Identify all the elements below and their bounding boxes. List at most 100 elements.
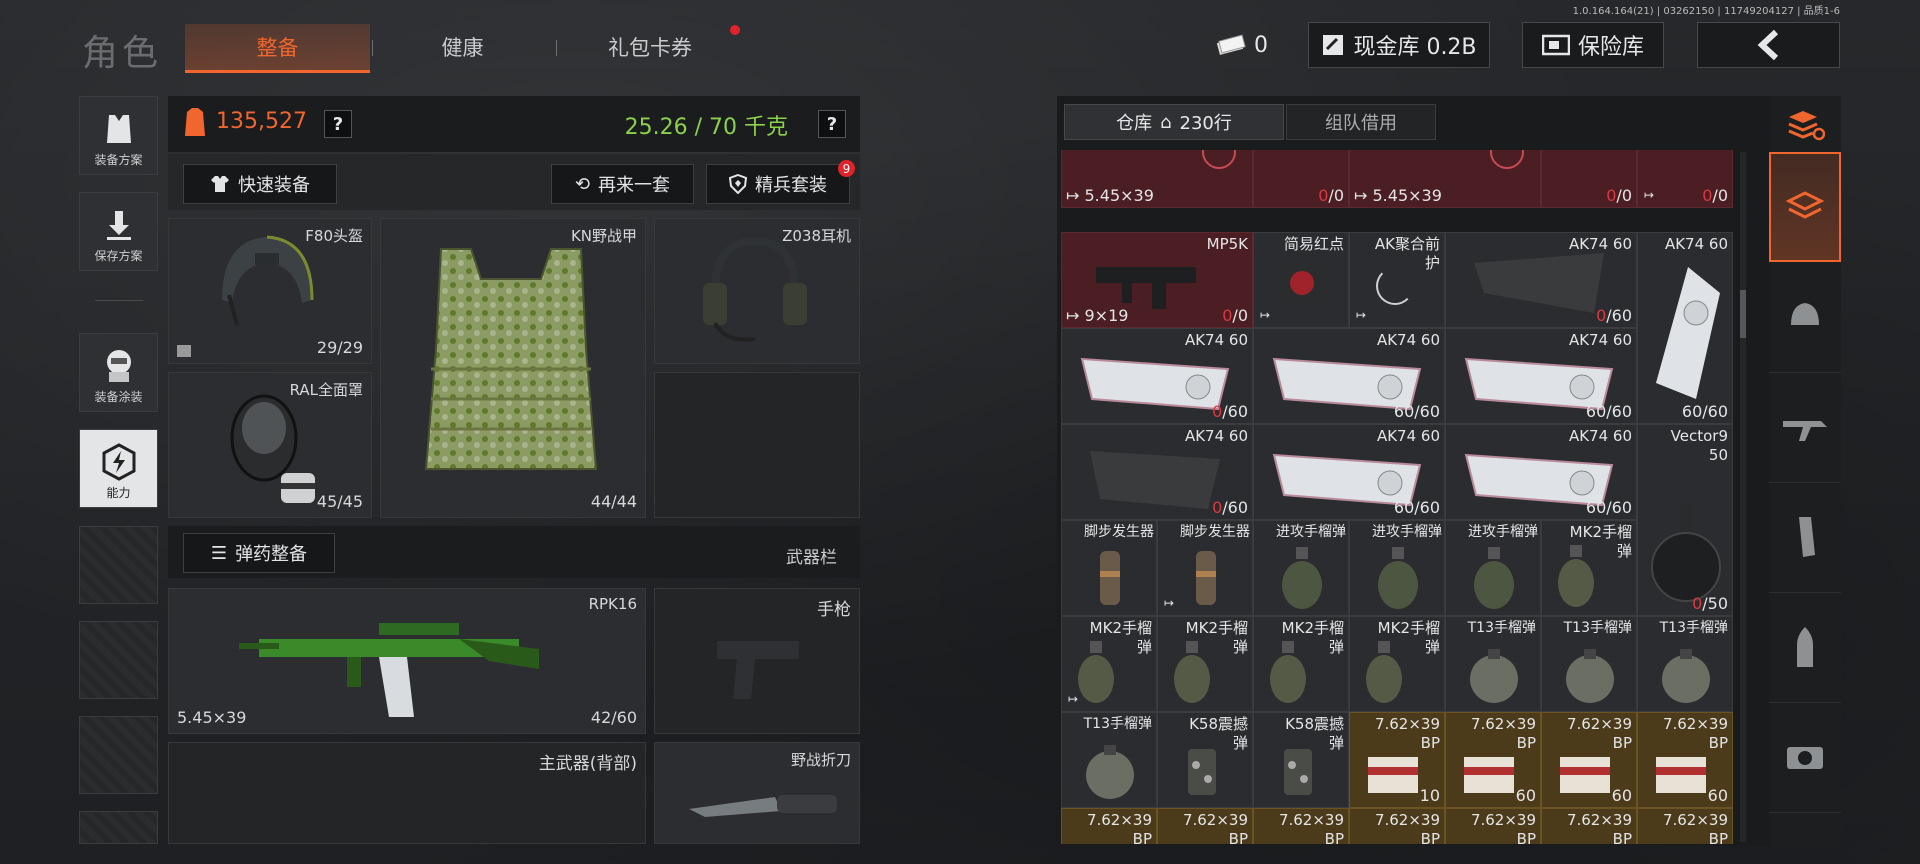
warehouse-item[interactable]: 脚步发生器 ↦ (1157, 520, 1253, 616)
warehouse-item[interactable]: T13手榴弹 (1061, 712, 1157, 808)
warehouse-item[interactable]: 简易红点 ↦ (1253, 232, 1349, 328)
warehouse-item[interactable]: RPK16 ↦ 5.45×39 (1349, 150, 1541, 208)
warehouse-item[interactable]: 脚步发生器 (1061, 520, 1157, 616)
elite-set-button[interactable]: 精兵套装 (706, 164, 850, 204)
transfer-arrow-icon: ↦ (1356, 308, 1367, 322)
category-magazines[interactable] (1769, 482, 1841, 593)
warehouse-item[interactable]: AK74 60 60/60 (1253, 424, 1445, 520)
equipment-paint-button[interactable]: 装备涂装 (79, 333, 158, 412)
lightning-hexagon-icon (102, 443, 135, 481)
warehouse-item[interactable]: AK聚合前护 ↦ (1349, 232, 1445, 328)
value-help-button[interactable]: ? (324, 110, 352, 138)
mask-slot[interactable]: RAL全面罩 45/45 (168, 372, 372, 518)
ammo-prep-button[interactable]: ☰ 弹药整备 (183, 533, 335, 573)
warehouse-item[interactable]: 7.62×39 BP (1541, 808, 1637, 844)
item-count: 0/0 (1702, 186, 1728, 205)
warehouse-item[interactable]: 7.62×39 BP (1061, 808, 1157, 844)
item-count: 60/60 (1393, 498, 1440, 517)
primary-weapon-slot[interactable]: RPK16 5.45×39 42/60 (168, 588, 646, 734)
tab-gift-coupons[interactable]: 礼包卡券 (560, 24, 740, 70)
category-all[interactable] (1769, 152, 1841, 262)
equip-again-button[interactable]: ⟲ 再来一套 (551, 164, 694, 204)
warehouse-item[interactable]: ↦ 0/0 (1637, 150, 1733, 208)
warehouse-item[interactable]: 进攻手榴弹 (1253, 520, 1349, 616)
weight-help-button[interactable]: ? (818, 110, 846, 138)
item-name: 7.62×39 BP (1278, 811, 1344, 844)
warehouse-item[interactable]: 7.62×39 BP (1349, 808, 1445, 844)
sort-button[interactable] (1769, 96, 1841, 152)
warehouse-item[interactable]: 7.62×39 BP 60 (1637, 712, 1733, 808)
ability-label: 能力 (106, 486, 131, 500)
warehouse-item[interactable]: MK2手榴弹 (1349, 616, 1445, 712)
warehouse-item[interactable]: AK74 60 0/60 (1061, 328, 1253, 424)
category-weapons[interactable] (1769, 372, 1841, 483)
warehouse-item[interactable]: AK74 60 60/60 (1253, 328, 1445, 424)
knife-label: 野战折刀 (790, 751, 851, 769)
warehouse-item[interactable]: 7.62×39 BP (1445, 808, 1541, 844)
warehouse-item[interactable]: AK74 60 60/60 (1637, 232, 1733, 424)
empty-equipment-slot[interactable] (654, 372, 860, 518)
category-helmets[interactable] (1769, 262, 1841, 373)
warehouse-item[interactable]: AK74 60 60/60 (1445, 328, 1637, 424)
category-ammo[interactable] (1769, 592, 1841, 703)
warehouse-item[interactable]: MK2手榴弹 ↦ (1061, 616, 1157, 712)
tab-team-borrow[interactable]: 组队借用 (1286, 104, 1436, 140)
tab-warehouse[interactable]: 仓库 ⌂ 230行 (1064, 104, 1284, 140)
secondary-weapon-slot[interactable]: 主武器(背部) (168, 742, 646, 844)
headset-slot[interactable]: Z038耳机 (654, 218, 860, 364)
grenade-icon (1474, 547, 1514, 609)
warehouse-item[interactable]: T13手榴弹 (1637, 616, 1733, 712)
warehouse-item[interactable]: K58震撼弹 (1253, 712, 1349, 808)
warehouse-item[interactable]: 7.62×39 BP 60 (1541, 712, 1637, 808)
helmet-slot[interactable]: F80头盔 29/29 (168, 218, 372, 364)
item-name: 脚步发生器 (1084, 524, 1154, 540)
tab-divider (372, 40, 373, 56)
save-plan-label: 保存方案 (94, 249, 143, 263)
warehouse-item[interactable]: 7.62×39 BP 10 (1349, 712, 1445, 808)
warehouse-item[interactable]: MP5K ↦ 9×19 0/0 (1061, 232, 1253, 328)
tab-prep[interactable]: 整备 (185, 24, 370, 73)
item-count: 60/60 (1585, 498, 1632, 517)
tab-health[interactable]: 健康 (400, 24, 525, 70)
warehouse-item[interactable]: 7.62×39 BP 60 (1445, 712, 1541, 808)
loadout-plan-button[interactable]: 装备方案 (79, 96, 158, 175)
warehouse-item[interactable]: MK2手榴弹 (1157, 616, 1253, 712)
pistol-slot[interactable]: 手枪 (654, 588, 860, 734)
currency-display[interactable]: 0 (1206, 22, 1278, 68)
warehouse-scrollbar[interactable] (1740, 152, 1746, 842)
folding-knife-icon (689, 795, 837, 817)
warehouse-item[interactable]: AK74 60 60/60 (1445, 424, 1637, 520)
ability-button[interactable]: 能力 (79, 429, 158, 508)
warehouse-item[interactable]: 0/0 (1253, 150, 1349, 208)
warehouse-item[interactable]: 7.62×39 BP (1637, 808, 1733, 844)
warehouse-item[interactable]: AK74 60 0/60 (1061, 424, 1253, 520)
back-button[interactable] (1697, 22, 1840, 68)
warehouse-scrollbar-thumb[interactable] (1740, 290, 1746, 338)
warehouse-item[interactable]: AK74 60 0/60 (1445, 232, 1637, 328)
warehouse-item[interactable]: Vector9 50 0/50 (1637, 424, 1733, 616)
warehouse-item[interactable]: MK2手榴弹 (1253, 616, 1349, 712)
cash-vault-button[interactable]: 现金库 0.2B (1308, 22, 1490, 68)
warehouse-item[interactable]: 0/0 (1541, 150, 1637, 208)
item-count: 60/60 (1681, 402, 1728, 421)
quick-equip-button[interactable]: 快速装备 (183, 164, 337, 204)
warehouse-item[interactable]: 7.62×39 BP (1157, 808, 1253, 844)
warehouse-item[interactable]: 进攻手榴弹 (1445, 520, 1541, 616)
warehouse-item[interactable]: K58震撼弹 (1157, 712, 1253, 808)
warehouse-item[interactable]: 7.62×39 BP (1253, 808, 1349, 844)
warehouse-item[interactable]: MK2手榴弹 (1541, 520, 1637, 616)
cash-vault-label: 现金库 0.2B (1353, 35, 1477, 60)
equip-again-label: 再来一套 (598, 175, 671, 196)
warehouse-item[interactable]: T13手榴弹 (1541, 616, 1637, 712)
warehouse-item[interactable]: RPK16 ↦ 5.45×39 (1061, 150, 1253, 208)
save-plan-button[interactable]: 保存方案 (79, 192, 158, 271)
item-name: 7.62×39 BP (1470, 811, 1536, 844)
knife-slot[interactable]: 野战折刀 (654, 742, 860, 844)
insurance-vault-button[interactable]: 保险库 (1522, 22, 1664, 68)
armor-slot[interactable]: KN野战甲 44/44 (380, 218, 646, 518)
warehouse-item[interactable]: 进攻手榴弹 (1349, 520, 1445, 616)
warehouse-item[interactable]: T13手榴弹 (1445, 616, 1541, 712)
category-attachments[interactable] (1769, 702, 1841, 813)
weapon-bar-label: 武器栏 (786, 548, 837, 568)
cube-icon (177, 345, 191, 357)
